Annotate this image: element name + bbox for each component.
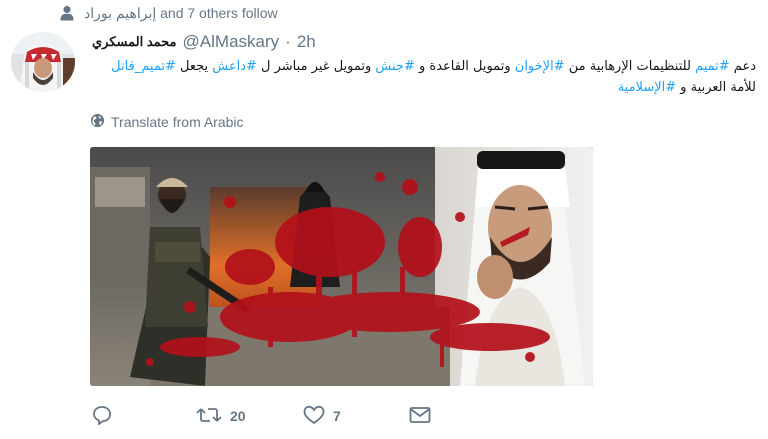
tweet-text: دعم #تميم للتنظيمات الإرهابية من #الإخوا… [92,56,756,98]
timestamp[interactable]: 2h [297,32,316,52]
person-icon [60,5,74,21]
direct-message-button[interactable] [409,403,431,429]
tweet-actions: 20 7 [92,403,452,429]
retweet-button[interactable]: 20 [196,403,246,429]
reply-button[interactable] [92,403,120,429]
text-part: يجعل [175,59,213,74]
text-part: وتمويل القاعدة و [414,59,515,74]
hashtag-link[interactable]: #داعش [212,59,257,74]
globe-icon [90,113,105,131]
retweet-count: 20 [230,408,246,424]
author-handle[interactable]: @AlMaskary [183,32,280,52]
hashtag-link[interactable]: #الإخوان [515,59,565,74]
avatar[interactable] [11,32,75,92]
translate-link[interactable]: Translate from Arabic [90,113,244,131]
social-context-text[interactable]: إبراهيم بوراد and 7 others follow [84,5,278,22]
tweet-media-image[interactable] [90,147,593,386]
direct-message-icon [409,406,431,427]
tweet-header: محمد المسكري @AlMaskary · 2h [92,30,316,54]
like-button[interactable]: 7 [303,403,341,429]
reply-icon [92,405,112,428]
translate-label: Translate from Arabic [111,114,244,130]
hashtag-link[interactable]: #جنش [375,59,414,74]
like-count: 7 [333,408,341,424]
like-icon [303,405,325,428]
hashtag-link[interactable]: #تميم [695,59,730,74]
text-part: وتمويل غير مباشر ل [256,59,376,74]
text-part: للأمة العربية و [676,80,756,95]
hashtag-link[interactable]: #تميم_قاتل [111,59,176,74]
author-name[interactable]: محمد المسكري [92,34,177,50]
retweet-icon [196,405,222,428]
hashtag-link[interactable]: #الإسلامية [618,80,676,95]
text-part: دعم [729,59,756,74]
social-context: إبراهيم بوراد and 7 others follow [60,5,278,21]
separator: · [285,32,291,51]
text-part: للتنظيمات الإرهابية من [564,59,696,74]
